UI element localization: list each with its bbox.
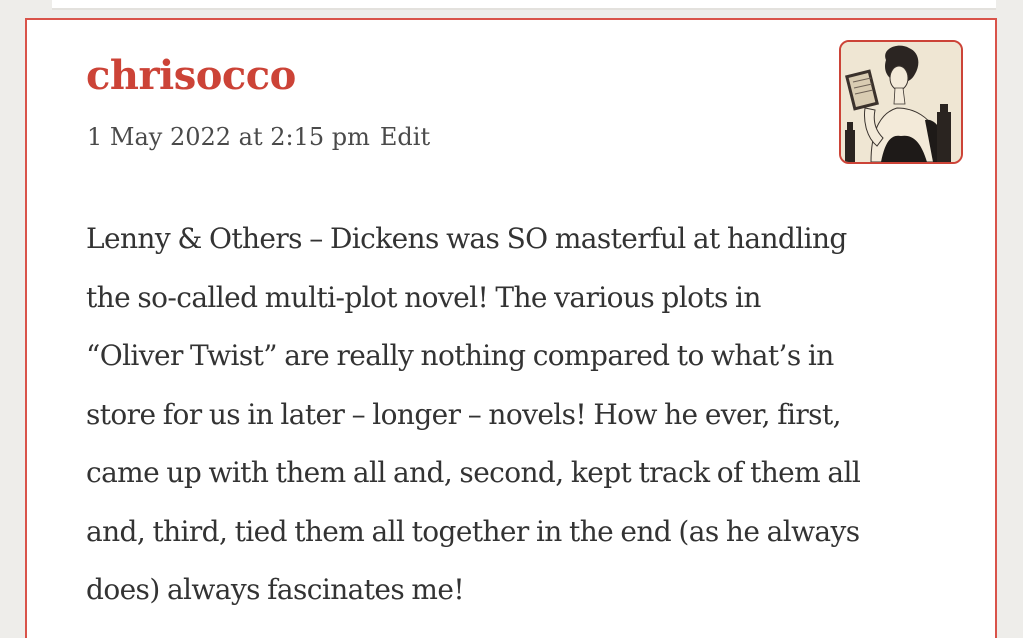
comment-line: “Oliver Twist” are really nothing compar… <box>86 339 834 372</box>
comment-line: store for us in later – longer – novels!… <box>86 397 842 431</box>
comment-line: and, third, tied them all together in th… <box>86 514 860 548</box>
comment-body: Lenny & Others – Dickens was SO masterfu… <box>86 210 966 620</box>
comment-meta: 1 May 2022 at 2:15 pm Edit <box>87 120 430 154</box>
edit-comment-link[interactable]: Edit <box>380 123 430 151</box>
previous-comment-card-edge <box>52 0 996 10</box>
comment-line: does) always fascinates me! <box>86 573 465 606</box>
comment-line: came up with them all and, second, kept … <box>86 456 861 489</box>
comment-line: Lenny & Others – Dickens was SO masterfu… <box>86 222 847 255</box>
comment-card: chrisocco 1 May 2022 at 2:15 pm Edit Len… <box>25 18 997 638</box>
comment-line: the so-called multi-plot novel! The vari… <box>86 280 761 314</box>
portrait-avatar-icon <box>839 40 963 164</box>
comment-date-link[interactable]: 1 May 2022 at 2:15 pm <box>87 123 370 151</box>
comment-author-link[interactable]: chrisocco <box>86 48 296 104</box>
